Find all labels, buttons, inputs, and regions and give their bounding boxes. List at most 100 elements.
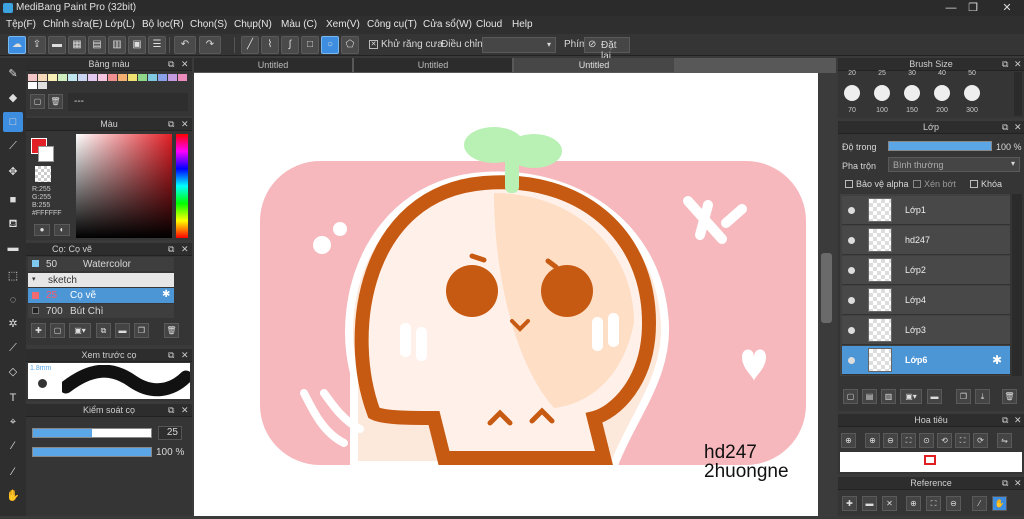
brush-size-dot[interactable]: [874, 85, 890, 101]
fit-icon[interactable]: ⛶: [901, 433, 916, 448]
menu-window[interactable]: Cửa sổ(W): [423, 19, 472, 30]
tab-untitled-1[interactable]: Untitled: [194, 58, 352, 72]
add-brush-icon[interactable]: ✚: [31, 323, 46, 338]
zoom-minus-icon[interactable]: ⊖: [883, 433, 898, 448]
layer-options-icon[interactable]: ▣▾: [900, 389, 922, 404]
scroll-thumb[interactable]: [821, 253, 832, 323]
grid-icon[interactable]: ▦: [68, 36, 86, 54]
new-layer-icon[interactable]: ▢: [843, 389, 858, 404]
background-color-swatch[interactable]: [38, 146, 54, 162]
brush-size-dot[interactable]: [904, 85, 920, 101]
layer-row[interactable]: hd247: [842, 226, 1010, 255]
color-mode-icon[interactable]: ●: [34, 224, 50, 236]
panel-icon[interactable]: ▥: [108, 36, 126, 54]
trash-icon[interactable]: 🗑: [1002, 389, 1017, 404]
undock-icon[interactable]: ⧉: [1002, 478, 1008, 489]
select-rect-tool-icon[interactable]: □: [3, 112, 23, 132]
close-button[interactable]: ✕: [992, 0, 1022, 16]
menu-layer[interactable]: Lớp(L): [105, 19, 135, 30]
brush-size-dot[interactable]: [934, 85, 950, 101]
undock-icon[interactable]: ⧉: [1002, 415, 1008, 426]
close-icon[interactable]: ✕: [181, 350, 189, 361]
layer-opacity-slider[interactable]: [888, 141, 992, 151]
list-icon[interactable]: ☰: [148, 36, 166, 54]
dropper-tool-icon[interactable]: ⁄: [3, 462, 23, 482]
eraser-tool-icon[interactable]: ◆: [3, 88, 23, 108]
gear-icon[interactable]: ✱: [992, 353, 1002, 367]
tab-untitled-2[interactable]: Untitled: [354, 58, 512, 72]
color-swatch[interactable]: [118, 74, 127, 81]
undock-icon[interactable]: ⧉: [168, 350, 174, 361]
layer-scrollbar[interactable]: [1012, 194, 1022, 376]
palette-list-item[interactable]: ---: [68, 93, 188, 111]
color-swap-icon[interactable]: ◐: [54, 224, 70, 236]
transparent-swatch[interactable]: [35, 166, 51, 182]
trash-icon[interactable]: 🗑: [48, 94, 63, 109]
layer-row[interactable]: Lớp4: [842, 286, 1010, 315]
duplicate-layer-icon[interactable]: ❐: [956, 389, 971, 404]
close-icon[interactable]: ✕: [181, 405, 189, 416]
rotate-icon[interactable]: ⟲: [937, 433, 952, 448]
brush-group-sketch[interactable]: ▾ sketch: [28, 273, 174, 287]
color-swatch[interactable]: [138, 74, 147, 81]
menu-snap[interactable]: Chụp(N): [234, 19, 272, 30]
color-swatch[interactable]: [88, 74, 97, 81]
eyedropper-icon[interactable]: ⁄: [972, 496, 987, 511]
gradient-tool-icon[interactable]: ▬: [3, 238, 23, 258]
move-tool-icon[interactable]: ✥: [3, 162, 23, 182]
folder-icon[interactable]: ▬: [927, 389, 942, 404]
gear-icon[interactable]: ✱: [162, 289, 170, 300]
menu-color[interactable]: Màu (C): [281, 19, 317, 30]
lasso-tool-icon[interactable]: ◌: [3, 290, 23, 310]
color-swatch[interactable]: [178, 74, 187, 81]
brush-tool-icon[interactable]: ✎: [3, 64, 23, 84]
color-picker-square[interactable]: [76, 134, 172, 238]
operation-tool-icon[interactable]: ⌖: [3, 412, 23, 432]
menu-cloud[interactable]: Cloud: [476, 19, 502, 30]
redo-icon[interactable]: ↷: [199, 36, 221, 54]
palette-swatches[interactable]: [28, 74, 190, 90]
magic-wand-tool-icon[interactable]: ✲: [3, 314, 23, 334]
brush-size-scrollbar[interactable]: [1014, 72, 1022, 116]
fullscreen-icon[interactable]: ⛶: [955, 433, 970, 448]
folder-icon[interactable]: ▬: [115, 323, 130, 338]
open-folder-icon[interactable]: ▬: [862, 496, 877, 511]
layer-row[interactable]: Lớp3: [842, 316, 1010, 345]
color-swatch[interactable]: [168, 74, 177, 81]
eye-icon[interactable]: [848, 357, 855, 364]
page-icon[interactable]: ▤: [88, 36, 106, 54]
comment-icon[interactable]: ▬: [48, 36, 66, 54]
trash-icon[interactable]: 🗑: [164, 323, 179, 338]
navigator-preview[interactable]: [840, 452, 1022, 472]
pen-tool-icon[interactable]: ⟋: [3, 136, 23, 156]
eye-icon[interactable]: [848, 267, 855, 274]
eyedropper-tool-icon[interactable]: ⁄: [3, 436, 23, 456]
brush-opacity-slider[interactable]: [32, 447, 152, 457]
color-swatch[interactable]: [68, 74, 77, 81]
protect-alpha-checkbox[interactable]: [845, 180, 853, 188]
color-swatch[interactable]: [98, 74, 107, 81]
color-swatch[interactable]: [28, 74, 37, 81]
navigator-viewport[interactable]: [924, 455, 936, 465]
add-reference-icon[interactable]: ✚: [842, 496, 857, 511]
close-icon[interactable]: ✕: [181, 244, 189, 255]
new-8bit-layer-icon[interactable]: ▥: [881, 389, 896, 404]
polyline-icon[interactable]: ⌇: [261, 36, 279, 54]
brush-item[interactable]: 50 Watercolor: [28, 257, 174, 271]
adjust-dropdown[interactable]: ▾: [482, 37, 556, 53]
hand-icon[interactable]: ✋: [992, 496, 1007, 511]
brush-item[interactable]: 700 Bút Chì: [28, 304, 174, 318]
cloud-icon[interactable]: ☁: [8, 36, 26, 54]
brush-size-value[interactable]: 25: [158, 426, 182, 440]
rotate-reset-icon[interactable]: ⟳: [973, 433, 988, 448]
menu-select[interactable]: Chọn(S): [190, 19, 227, 30]
share-icon[interactable]: ⇪: [28, 36, 46, 54]
vertical-scrollbar[interactable]: [818, 73, 836, 516]
color-swatch[interactable]: [128, 74, 137, 81]
menu-edit[interactable]: Chỉnh sửa(E): [43, 19, 103, 30]
brush-item-selected[interactable]: 25 Cọ vẽ ✱: [28, 288, 174, 303]
brush-size-slider[interactable]: [32, 428, 152, 438]
ellipse-icon[interactable]: ○: [321, 36, 339, 54]
menu-view[interactable]: Xem(V): [326, 19, 360, 30]
merge-layer-icon[interactable]: ⤓: [975, 389, 990, 404]
